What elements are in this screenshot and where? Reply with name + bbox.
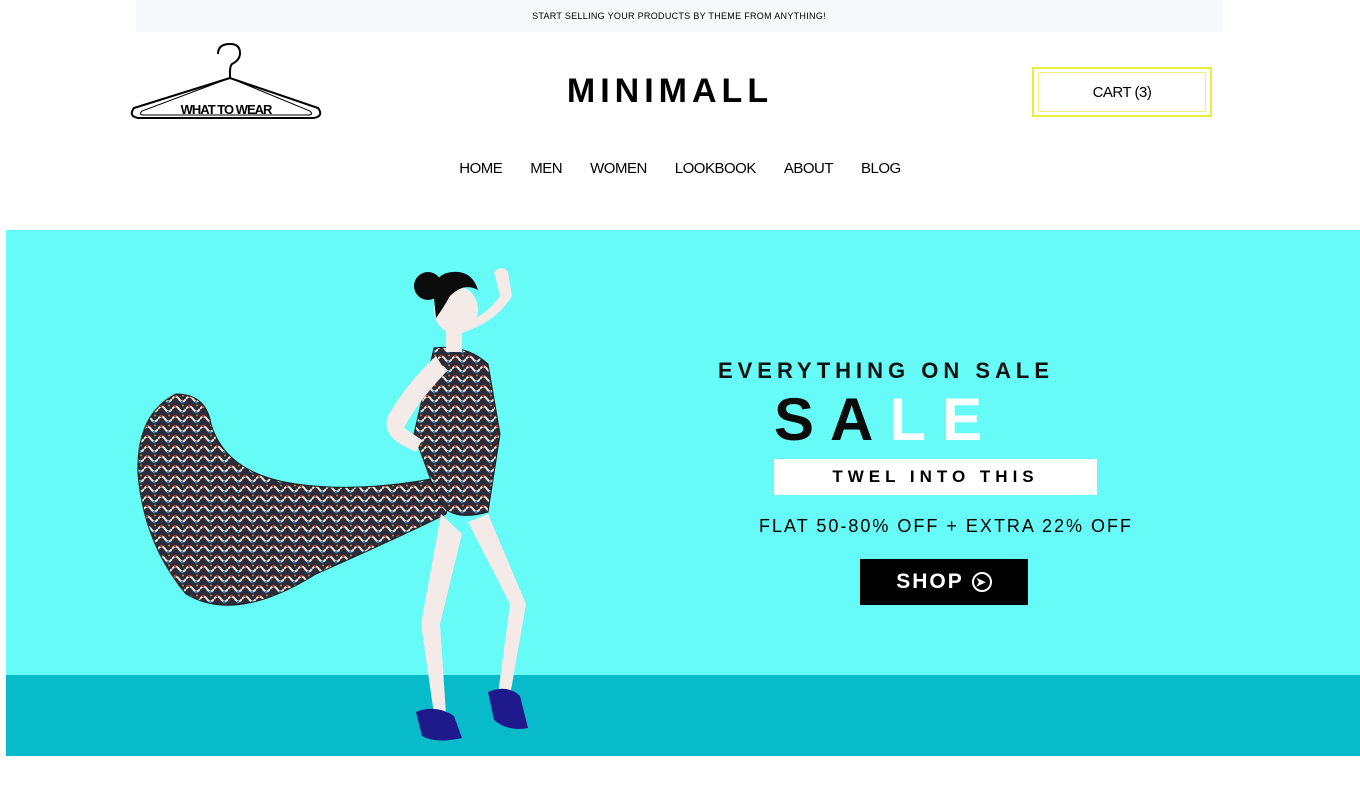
announcement-text: Start selling your products by theme fro…: [532, 11, 826, 21]
sale-title-light: LE: [889, 386, 999, 453]
model-image: [137, 268, 528, 741]
nav-item-lookbook[interactable]: Lookbook: [675, 160, 757, 177]
tagline-box: TWEL INTO THIS: [774, 459, 1097, 495]
hero-banner: EVERYTHING ON SALE SALE TWEL INTO THIS F…: [6, 230, 1360, 756]
hero-headline: EVERYTHING ON SALE: [717, 358, 1055, 383]
nav-item-blog[interactable]: Blog: [861, 160, 901, 177]
main-nav: Home Men Women Lookbook About Blog: [0, 160, 1360, 177]
nav-item-women[interactable]: Women: [590, 160, 647, 177]
cart-label: CART (3): [1092, 83, 1152, 101]
tagline-text: TWEL INTO THIS: [832, 467, 1039, 486]
offer-text: FLAT 50-80% OFF + EXTRA 22% OFF: [759, 516, 1133, 536]
sale-title: SALE: [636, 388, 1136, 452]
nav-item-men[interactable]: Men: [530, 160, 562, 177]
shop-button[interactable]: SHOP ➤: [860, 559, 1028, 605]
shop-button-label: SHOP: [896, 570, 964, 593]
nav-item-home[interactable]: Home: [459, 160, 503, 177]
cart-button[interactable]: CART (3): [1032, 67, 1212, 117]
logo[interactable]: WHAT TO WEAR: [126, 40, 326, 120]
announcement-bar: Start selling your products by theme fro…: [136, 0, 1222, 32]
logo-text: WHAT TO WEAR: [180, 102, 273, 117]
nav-item-about[interactable]: About: [784, 160, 834, 177]
arrow-right-circle-icon: ➤: [971, 572, 992, 592]
sale-title-dark: SA: [773, 386, 890, 453]
brand-title[interactable]: MINIMALL: [480, 72, 860, 111]
